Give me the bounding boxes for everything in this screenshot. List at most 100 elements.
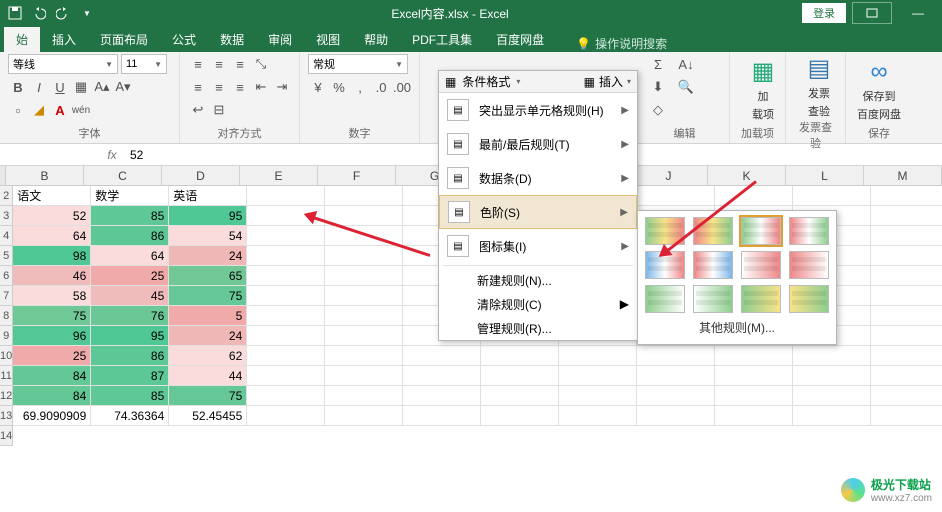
borders-icon[interactable]: ▫ xyxy=(8,100,28,120)
cell[interactable]: 69.9090909 xyxy=(13,406,91,426)
cell[interactable]: 87 xyxy=(91,366,169,386)
cell[interactable] xyxy=(637,346,715,366)
row-header[interactable]: 10 xyxy=(0,346,12,366)
tab-view[interactable]: 视图 xyxy=(304,27,352,52)
autosum-icon[interactable]: Σ xyxy=(648,54,668,74)
cell[interactable] xyxy=(481,386,559,406)
cell[interactable] xyxy=(559,346,637,366)
login-button[interactable]: 登录 xyxy=(802,3,846,23)
cell[interactable] xyxy=(247,386,325,406)
cell[interactable]: 96 xyxy=(13,326,91,346)
cell[interactable] xyxy=(325,186,403,206)
cell[interactable] xyxy=(715,406,793,426)
cell[interactable] xyxy=(871,406,942,426)
cell[interactable]: 62 xyxy=(169,346,247,366)
orientation-icon[interactable]: ⤡ xyxy=(251,54,271,74)
addin-button[interactable]: ▦ 加载项 xyxy=(738,54,788,125)
underline-icon[interactable]: U xyxy=(50,77,70,97)
clear-icon[interactable]: ◇ xyxy=(648,100,668,120)
insert-cells-button[interactable]: 插入 xyxy=(599,73,623,90)
ribbon-display-icon[interactable] xyxy=(852,2,892,24)
cell[interactable]: 64 xyxy=(13,226,91,246)
cell[interactable] xyxy=(247,326,325,346)
save-icon[interactable] xyxy=(4,2,26,24)
cell[interactable] xyxy=(559,366,637,386)
cell[interactable] xyxy=(325,366,403,386)
tab-formulas[interactable]: 公式 xyxy=(160,27,208,52)
color-scale-swatch[interactable] xyxy=(741,251,781,279)
column-header[interactable]: K xyxy=(708,166,786,185)
cell[interactable] xyxy=(793,386,871,406)
increase-decimal-icon[interactable]: .0 xyxy=(371,77,391,97)
cell[interactable]: 45 xyxy=(91,286,169,306)
column-header[interactable]: J xyxy=(630,166,708,185)
column-header[interactable]: C xyxy=(84,166,162,185)
row-header[interactable]: 12 xyxy=(0,386,12,406)
border-icon[interactable]: ▦ xyxy=(71,77,91,97)
cell[interactable]: 25 xyxy=(13,346,91,366)
cell[interactable]: 86 xyxy=(91,346,169,366)
more-rules-link[interactable]: 其他规则(M)... xyxy=(644,313,830,338)
cell[interactable] xyxy=(247,346,325,366)
cell[interactable] xyxy=(871,206,942,226)
cell[interactable]: 24 xyxy=(169,326,247,346)
cell[interactable] xyxy=(403,366,481,386)
align-top-icon[interactable]: ≡ xyxy=(188,54,208,74)
align-right-icon[interactable]: ≡ xyxy=(230,77,250,97)
cell[interactable] xyxy=(871,226,942,246)
cell[interactable] xyxy=(637,406,715,426)
row-header[interactable]: 6 xyxy=(0,266,12,286)
cell[interactable] xyxy=(871,386,942,406)
cell[interactable]: 84 xyxy=(13,386,91,406)
fill-icon[interactable]: ⬇ xyxy=(648,77,668,97)
cell[interactable] xyxy=(247,186,325,206)
cell[interactable] xyxy=(325,286,403,306)
font-size-combo[interactable]: 11▼ xyxy=(121,54,167,74)
color-scale-swatch[interactable] xyxy=(789,217,829,245)
cell[interactable]: 44 xyxy=(169,366,247,386)
cell[interactable]: 46 xyxy=(13,266,91,286)
cell[interactable]: 54 xyxy=(169,226,247,246)
column-header[interactable]: F xyxy=(318,166,396,185)
cell[interactable] xyxy=(637,186,715,206)
cell[interactable] xyxy=(871,306,942,326)
sort-icon[interactable]: A↓ xyxy=(676,54,696,74)
cell[interactable] xyxy=(871,246,942,266)
cell[interactable] xyxy=(247,246,325,266)
formula-input[interactable]: 52 xyxy=(124,148,149,162)
cell[interactable] xyxy=(793,366,871,386)
cell[interactable] xyxy=(247,266,325,286)
tab-data[interactable]: 数据 xyxy=(208,27,256,52)
cell[interactable]: 64 xyxy=(91,246,169,266)
cell[interactable] xyxy=(793,346,871,366)
find-icon[interactable]: 🔍 xyxy=(676,77,696,97)
minimize-icon[interactable]: — xyxy=(898,2,938,24)
cell[interactable]: 85 xyxy=(91,206,169,226)
cell[interactable]: 98 xyxy=(13,246,91,266)
cell[interactable] xyxy=(481,366,559,386)
cf-menu-item[interactable]: 清除规则(C)▶ xyxy=(439,292,637,316)
cell[interactable] xyxy=(637,386,715,406)
row-header[interactable]: 7 xyxy=(0,286,12,306)
cell[interactable]: 85 xyxy=(91,386,169,406)
cf-menu-item[interactable]: 新建规则(N)... xyxy=(439,268,637,292)
cell[interactable]: 74.36364 xyxy=(91,406,169,426)
row-header[interactable]: 14 xyxy=(0,426,12,446)
cell[interactable] xyxy=(325,406,403,426)
column-header[interactable]: B xyxy=(6,166,84,185)
cell[interactable]: 95 xyxy=(169,206,247,226)
cell[interactable] xyxy=(871,286,942,306)
bold-icon[interactable]: B xyxy=(8,77,28,97)
row-header[interactable]: 13 xyxy=(0,406,12,426)
cf-menu-item[interactable]: ▤数据条(D)▶ xyxy=(439,161,637,195)
tab-baidu[interactable]: 百度网盘 xyxy=(484,27,556,52)
save-baidu-button[interactable]: ∞ 保存到百度网盘 xyxy=(854,54,904,125)
cell[interactable]: 76 xyxy=(91,306,169,326)
tell-me-search[interactable]: 💡 操作说明搜索 xyxy=(576,35,667,52)
cell[interactable] xyxy=(247,406,325,426)
color-scale-swatch[interactable] xyxy=(645,285,685,313)
cf-menu-item[interactable]: ▤突出显示单元格规则(H)▶ xyxy=(439,93,637,127)
tab-pdf[interactable]: PDF工具集 xyxy=(400,27,484,52)
cell[interactable] xyxy=(715,346,793,366)
phonetic-icon[interactable]: wén xyxy=(71,100,91,120)
